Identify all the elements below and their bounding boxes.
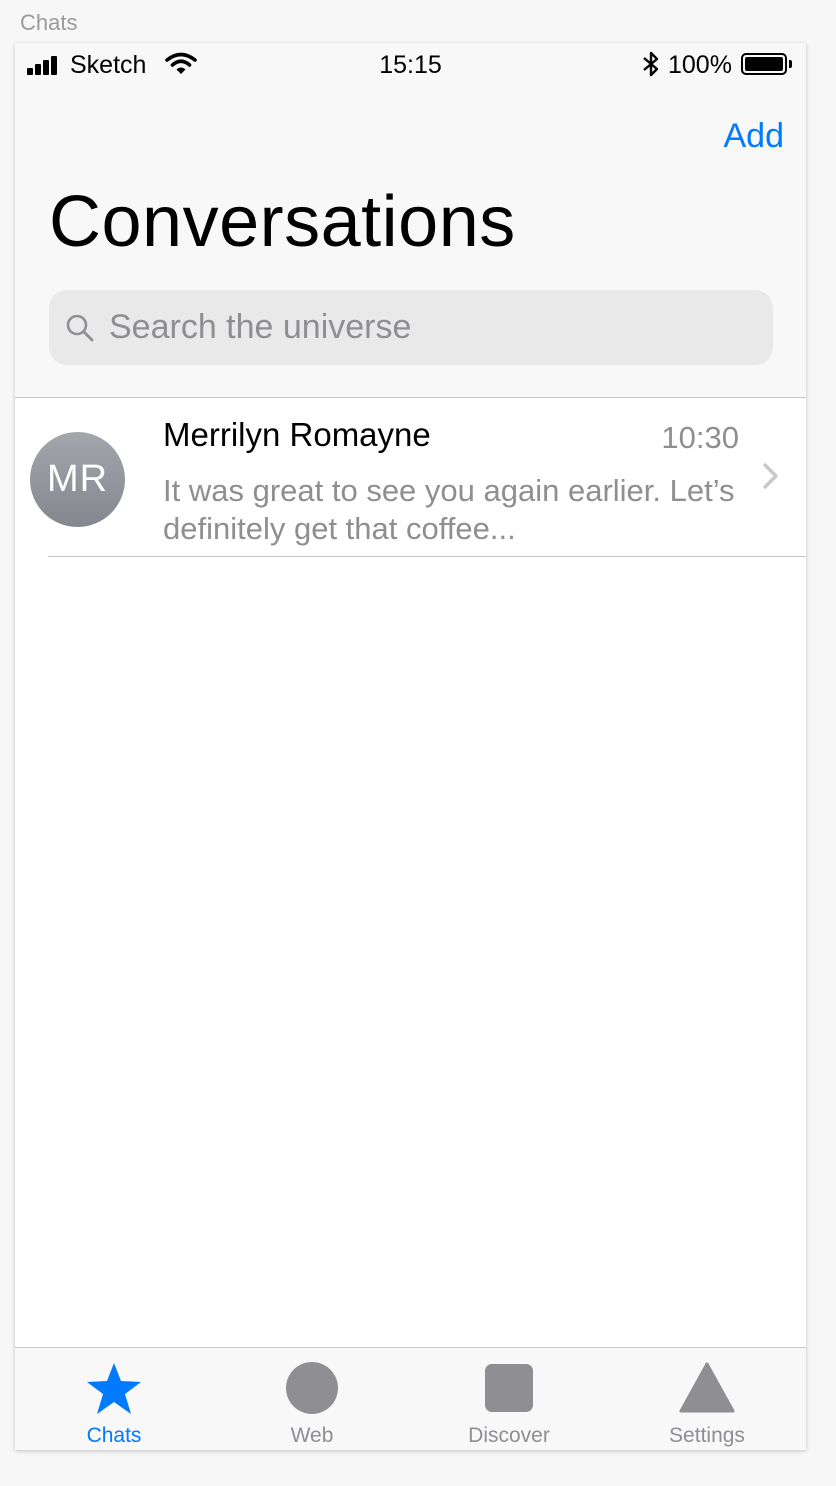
avatar: MR	[30, 432, 125, 527]
navigation-header: Sketch 15:15 100% Add Conversations	[15, 43, 806, 398]
add-button[interactable]: Add	[724, 117, 785, 156]
bluetooth-icon	[643, 51, 659, 77]
page-title: Conversations	[49, 182, 516, 262]
tab-bar: Chats Web Discover Settings	[15, 1347, 806, 1450]
message-preview: It was great to see you again earlier. L…	[163, 473, 735, 546]
message-time: 10:30	[661, 420, 739, 455]
artboard-label: Chats	[20, 10, 78, 35]
tab-label: Chats	[86, 1424, 142, 1447]
search-input[interactable]	[109, 290, 749, 365]
battery-tip	[789, 60, 792, 68]
triangle-icon	[679, 1362, 735, 1413]
tab-label: Settings	[669, 1424, 745, 1447]
search-icon	[66, 314, 94, 342]
tab-settings[interactable]: Settings	[608, 1348, 806, 1450]
chevron-right-icon	[763, 463, 778, 489]
contact-name: Merrilyn Romayne	[163, 416, 431, 453]
status-bar: Sketch 15:15 100%	[15, 43, 806, 89]
tab-web[interactable]: Web	[213, 1348, 411, 1450]
tab-label: Discover	[468, 1424, 550, 1447]
row-separator	[48, 556, 806, 557]
search-bar[interactable]	[49, 290, 773, 365]
phone-screen: Sketch 15:15 100% Add Conversations Sear…	[15, 43, 806, 1450]
conversation-row[interactable]: MR Merrilyn Romayne 10:30 It was great t…	[15, 398, 806, 556]
battery-percentage: 100%	[668, 51, 732, 79]
tab-discover[interactable]: Discover	[410, 1348, 608, 1450]
circle-icon	[286, 1362, 338, 1414]
star-icon	[87, 1363, 141, 1414]
tab-label: Web	[290, 1424, 334, 1447]
battery-icon	[741, 53, 787, 75]
tab-chats[interactable]: Chats	[15, 1348, 213, 1450]
square-icon	[485, 1364, 533, 1412]
